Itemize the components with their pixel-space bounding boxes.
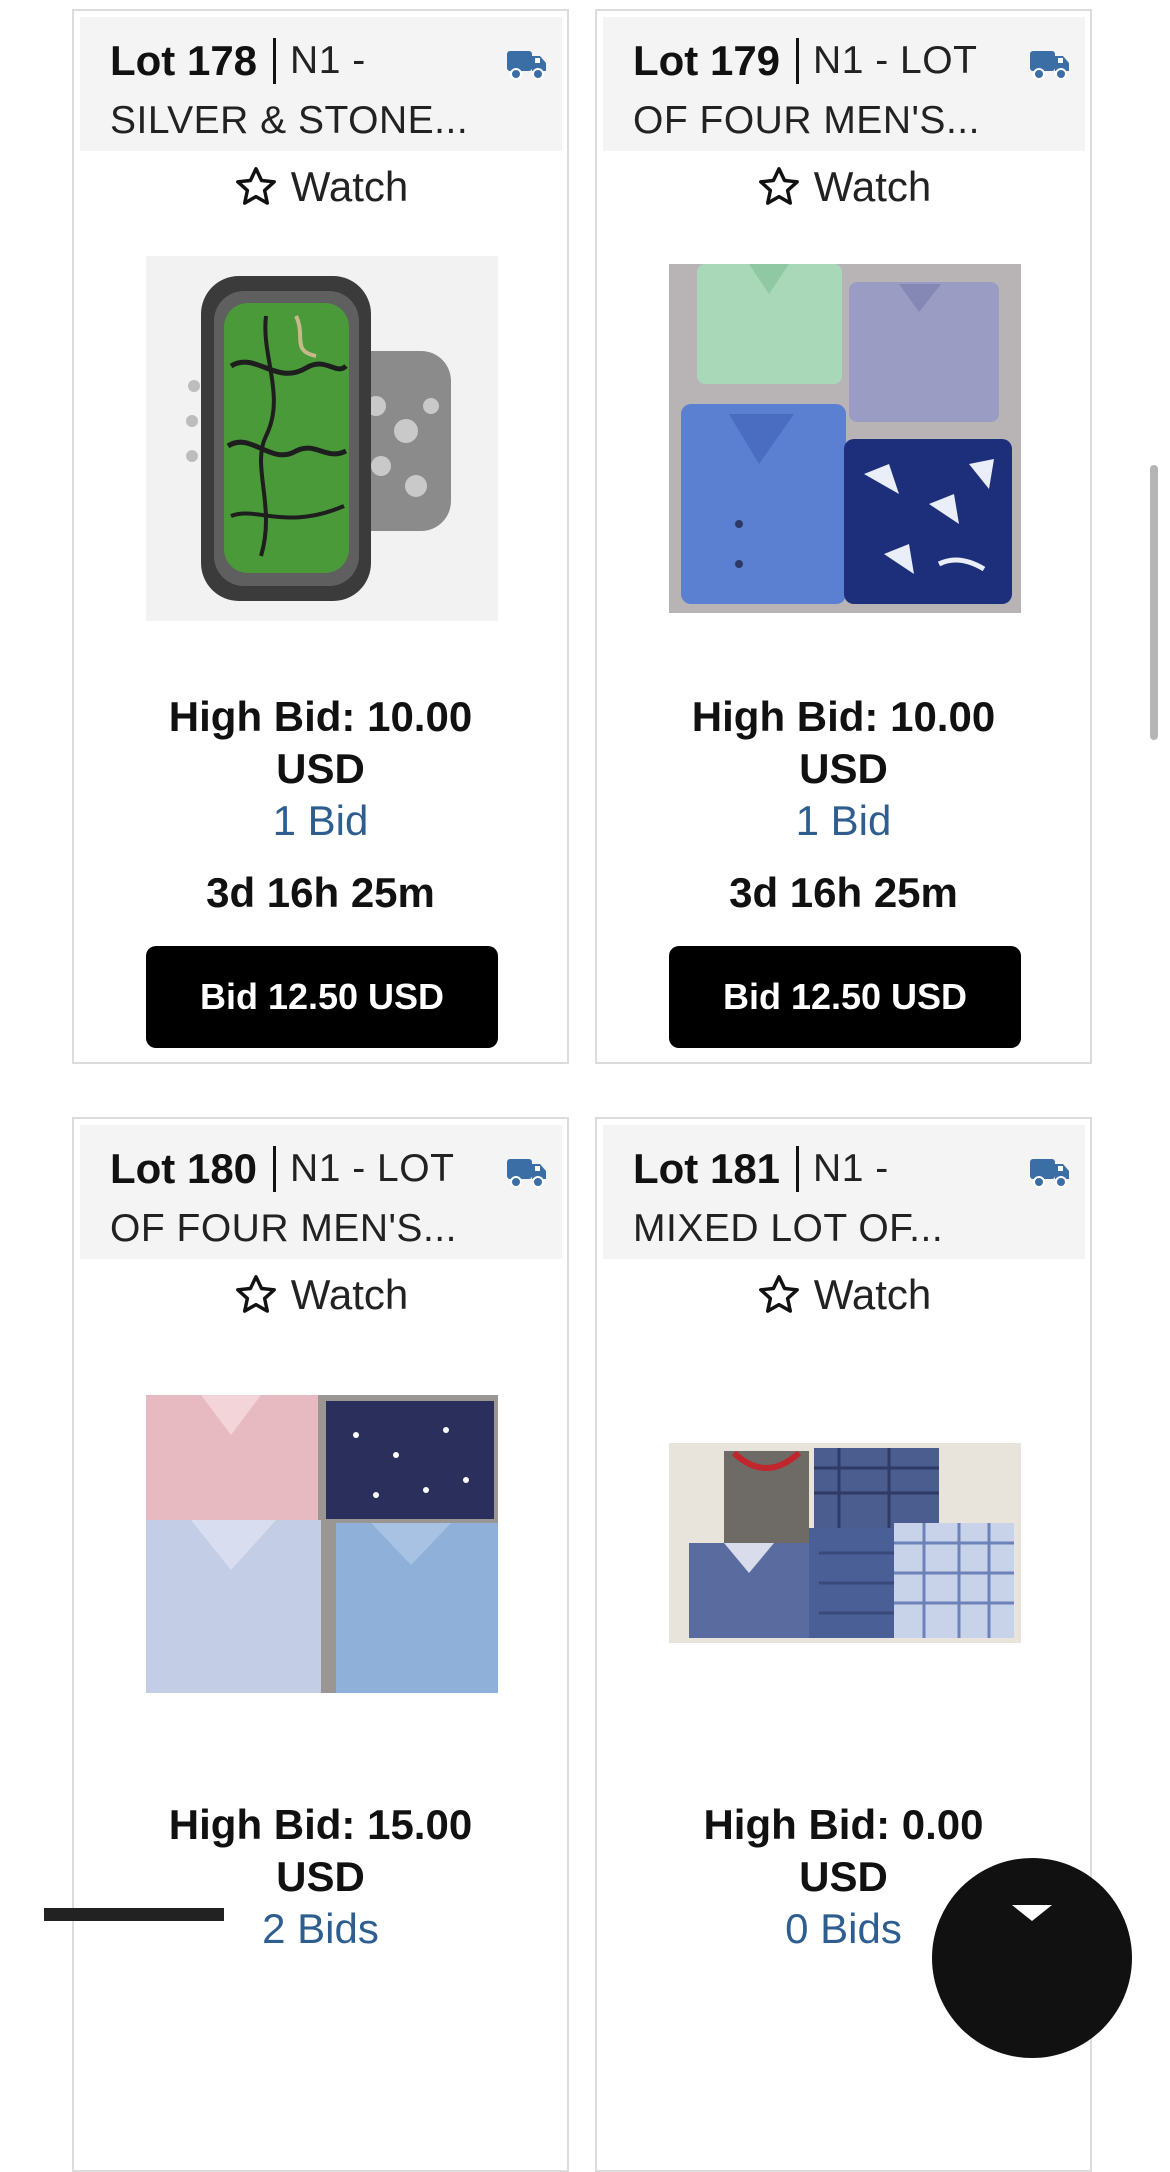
high-bid-currency: USD: [799, 745, 888, 792]
watch-button[interactable]: Watch: [597, 1271, 1090, 1319]
truck-icon: [507, 51, 546, 80]
lot-title-line2: MIXED LOT OF...: [633, 1207, 944, 1250]
dress-shirts-image: [146, 1395, 498, 1693]
high-bid: High Bid: 0.00: [703, 1801, 984, 1848]
lot-title-line1: N1 - LOT: [813, 39, 978, 82]
divider: [273, 38, 277, 84]
ring-image: [146, 256, 498, 621]
bid-count-link[interactable]: 1 Bid: [597, 795, 1090, 847]
watch-label: Watch: [290, 163, 409, 210]
high-bid: High Bid: 10.00: [691, 693, 996, 740]
lot-title-line2: SILVER & STONE...: [110, 99, 469, 142]
bid-button[interactable]: Bid 12.50 USD: [669, 946, 1021, 1048]
lot-title-line2: OF FOUR MEN'S...: [110, 1207, 457, 1250]
shirts-image: [669, 264, 1021, 613]
watch-button[interactable]: Watch: [597, 163, 1090, 211]
watch-button[interactable]: Watch: [74, 1271, 567, 1319]
lot-number: Lot 180: [110, 1145, 258, 1192]
divider: [796, 38, 800, 84]
watch-button[interactable]: Watch: [74, 163, 567, 211]
lot-header[interactable]: Lot 178 N1 - SILVER & STONE...: [80, 17, 562, 151]
bid-count-link[interactable]: 1 Bid: [74, 795, 567, 847]
time-left: 3d 16h 25m: [729, 869, 958, 916]
truck-icon: [1030, 51, 1069, 80]
star-outline-icon: [758, 167, 799, 205]
lot-image[interactable]: [669, 1443, 1021, 1643]
lot-image[interactable]: [146, 256, 498, 621]
high-bid: High Bid: 15.00: [168, 1801, 473, 1848]
divider: [273, 1146, 277, 1192]
scroll-down-button[interactable]: [932, 1858, 1132, 2058]
scrollbar-thumb[interactable]: [1150, 465, 1158, 740]
bid-info: High Bid: 15.00 USD 2 Bids: [74, 1799, 567, 1955]
watch-label: Watch: [290, 1271, 409, 1318]
lot-number: Lot 181: [633, 1145, 781, 1192]
chevron-down-icon: [1012, 1905, 1052, 1921]
lot-title-line2: OF FOUR MEN'S...: [633, 99, 980, 142]
lot-card[interactable]: Lot 179 N1 - LOT OF FOUR MEN'S... Watch: [595, 9, 1092, 1064]
bid-info: High Bid: 10.00 USD 1 Bid 3d 16h 25m: [74, 691, 567, 919]
lot-header[interactable]: Lot 181 N1 - MIXED LOT OF...: [603, 1125, 1085, 1259]
time-left: 3d 16h 25m: [206, 869, 435, 916]
lot-title-line1: N1 - LOT: [290, 1147, 455, 1190]
lot-header[interactable]: Lot 180 N1 - LOT OF FOUR MEN'S...: [80, 1125, 562, 1259]
divider: [796, 1146, 800, 1192]
truck-icon: [507, 1159, 546, 1188]
high-bid-currency: USD: [276, 1853, 365, 1900]
high-bid: High Bid: 10.00: [168, 693, 473, 740]
watch-label: Watch: [813, 1271, 932, 1318]
lot-card[interactable]: Lot 178 N1 - SILVER & STONE... Watch Hig…: [72, 9, 569, 1064]
lot-title-line1: N1 -: [290, 39, 366, 82]
lot-card[interactable]: Lot 180 N1 - LOT OF FOUR MEN'S... Watch: [72, 1117, 569, 2172]
lot-number: Lot 178: [110, 37, 258, 84]
lot-image[interactable]: [669, 264, 1021, 613]
star-outline-icon: [758, 1275, 799, 1313]
high-bid-currency: USD: [276, 745, 365, 792]
bottom-bar: [44, 1908, 224, 1921]
bid-info: High Bid: 10.00 USD 1 Bid 3d 16h 25m: [597, 691, 1090, 919]
watch-label: Watch: [813, 163, 932, 210]
lot-header[interactable]: Lot 179 N1 - LOT OF FOUR MEN'S...: [603, 17, 1085, 151]
star-outline-icon: [235, 1275, 276, 1313]
pajama-lot-image: [669, 1443, 1021, 1643]
lot-title-line1: N1 -: [813, 1147, 889, 1190]
lot-image[interactable]: [146, 1395, 498, 1693]
truck-icon: [1030, 1159, 1069, 1188]
star-outline-icon: [235, 167, 276, 205]
lot-number: Lot 179: [633, 37, 781, 84]
bid-button[interactable]: Bid 12.50 USD: [146, 946, 498, 1048]
